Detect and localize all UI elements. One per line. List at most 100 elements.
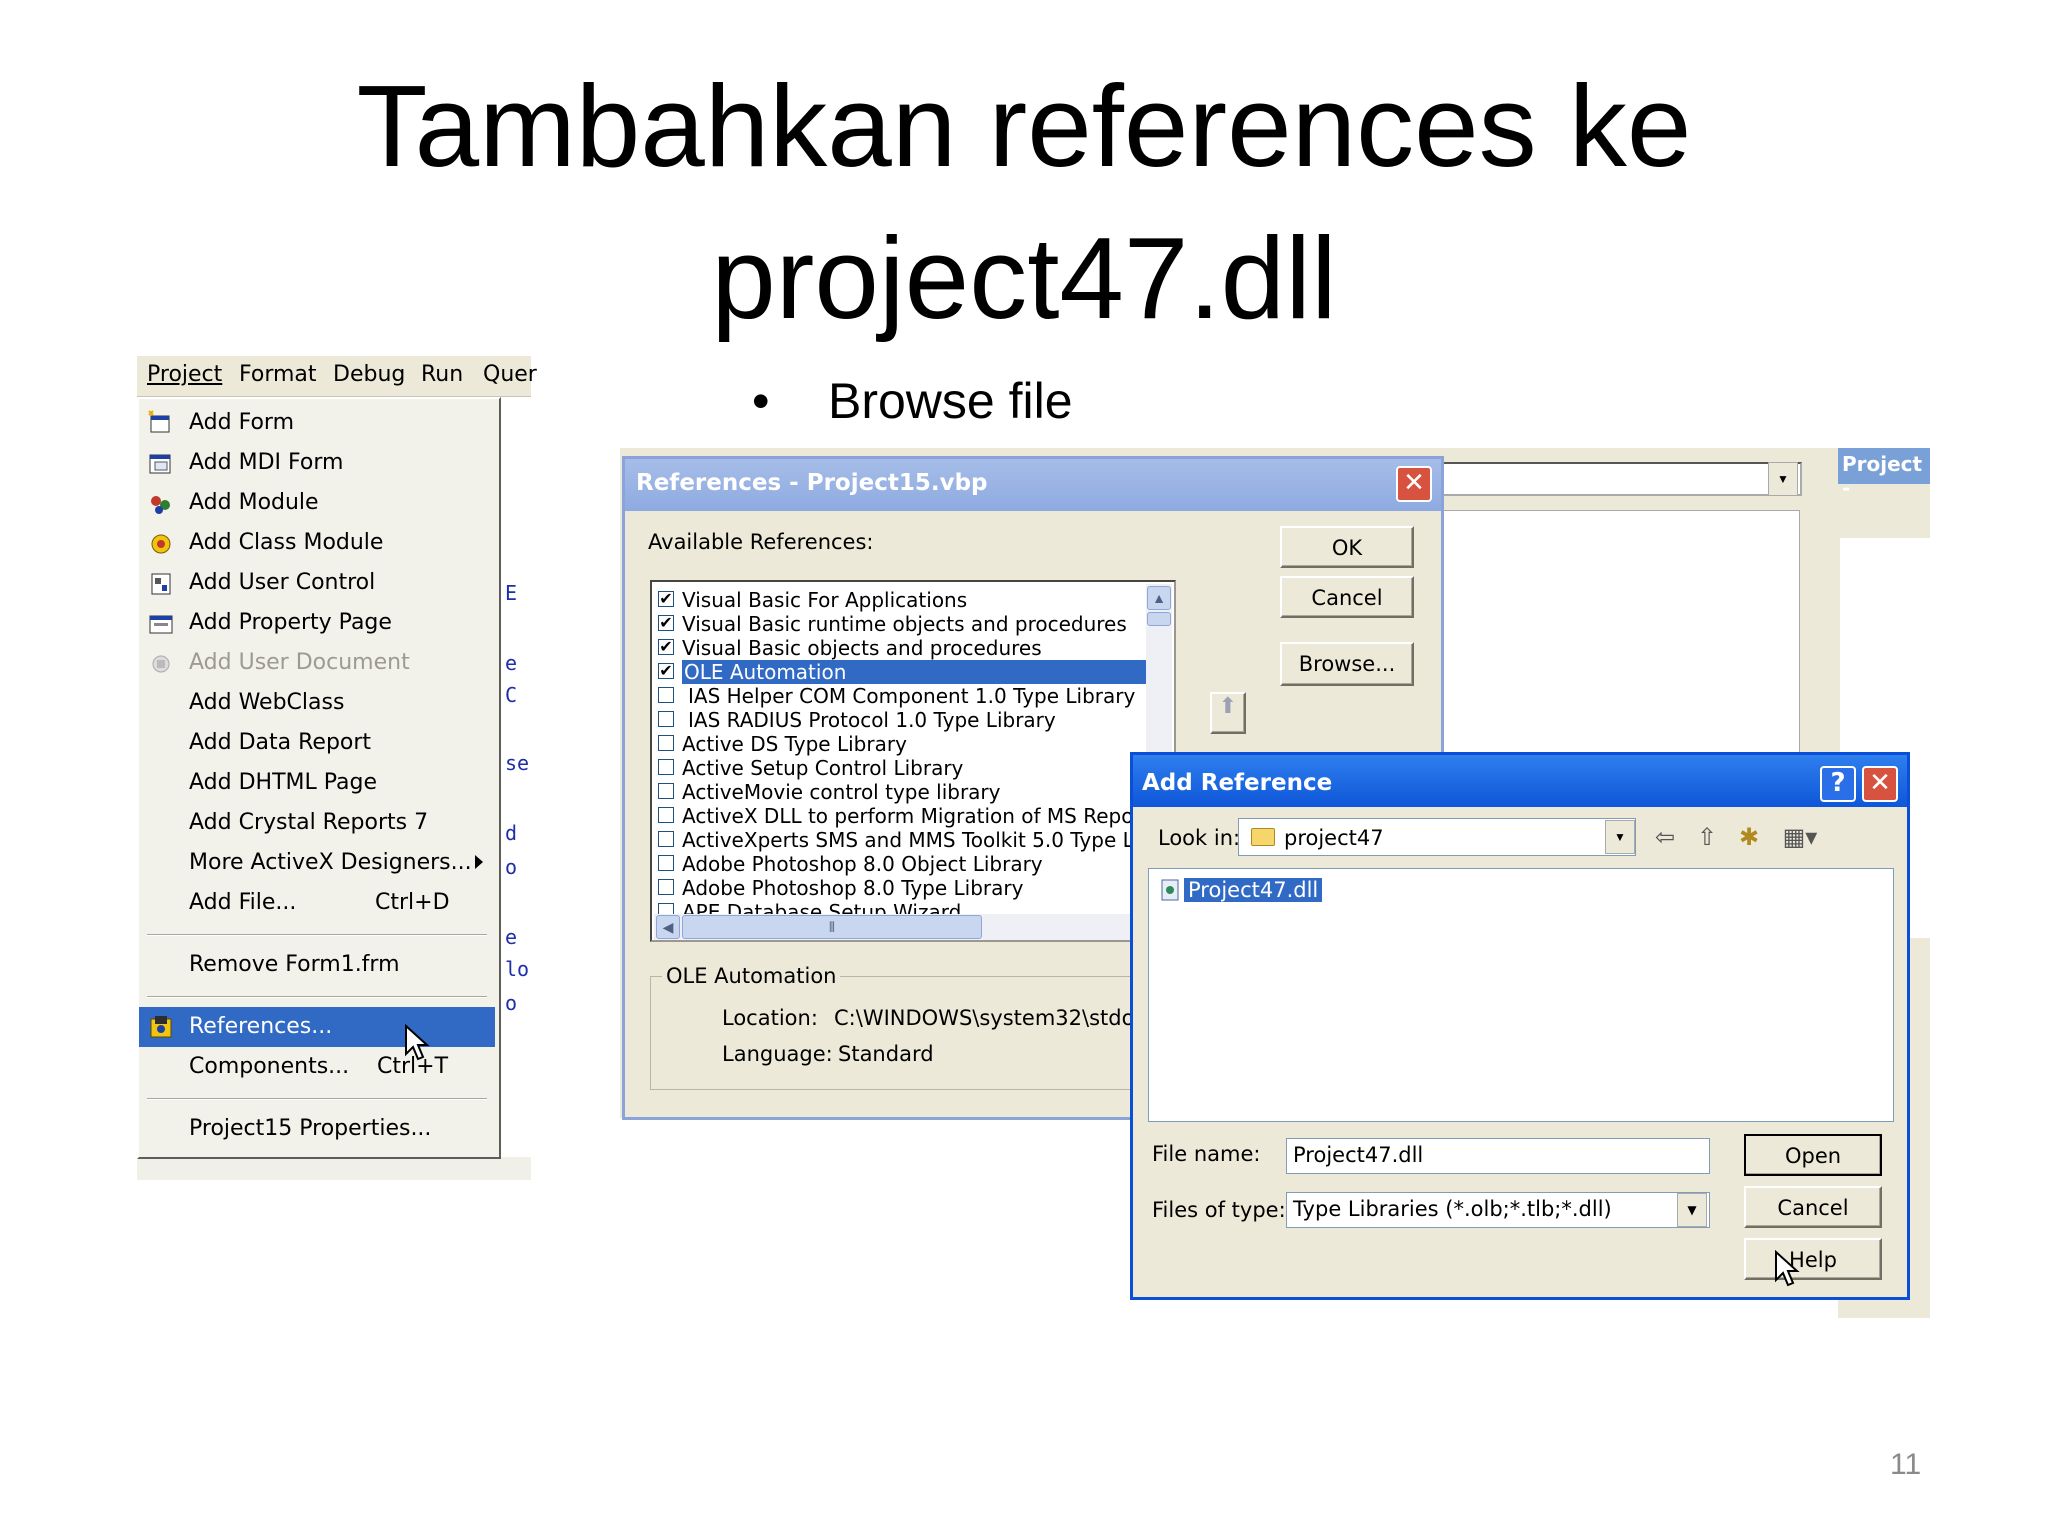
code-char: se <box>505 751 530 775</box>
checkbox-checked[interactable]: ✔ <box>658 615 674 631</box>
menu-item-add-dhtml-page[interactable]: Add DHTML Page <box>139 763 495 803</box>
menubar: Project Format Debug Run Quer <box>137 356 537 397</box>
files-of-type-value: Type Libraries (*.olb;*.tlb;*.dll) <box>1293 1197 1612 1221</box>
menu-item-add-user-control[interactable]: Add User Control <box>139 563 495 603</box>
slide-title: Tambahkan references ke project47.dll <box>0 50 2048 354</box>
checkbox[interactable] <box>658 855 674 871</box>
project-explorer-title: Project - <box>1838 448 1930 500</box>
references-horizontal-scrollbar[interactable]: ◀ ⦀ ▶ <box>654 914 1170 940</box>
menu-debug[interactable]: Debug <box>333 362 405 387</box>
checkbox[interactable] <box>658 711 674 727</box>
menu-project[interactable]: Project <box>147 362 222 387</box>
menu-run[interactable]: Run <box>421 362 463 387</box>
code-char: o <box>505 855 518 879</box>
menu-format[interactable]: Format <box>239 362 317 387</box>
chevron-down-icon[interactable]: ▼ <box>1677 1193 1707 1227</box>
code-char: lo <box>505 957 530 981</box>
language-label: Language: <box>722 1042 833 1066</box>
slide-title-line-2: project47.dll <box>711 213 1337 343</box>
menu-item-add-property-page[interactable]: Add Property Page <box>139 603 495 643</box>
checkbox[interactable] <box>658 807 674 823</box>
location-label: Location: <box>722 1006 818 1030</box>
open-button[interactable]: Open <box>1744 1134 1882 1176</box>
close-icon: ✕ <box>1403 468 1425 498</box>
menu-item-remove-form[interactable]: Remove Form1.frm <box>139 945 495 985</box>
reference-info-title: OLE Automation <box>662 964 841 988</box>
reference-item-selected[interactable]: ✔ OLE Automation <box>658 660 1146 684</box>
code-char: e <box>505 925 518 949</box>
titlebar-help-button[interactable]: ? <box>1820 766 1856 802</box>
browse-button[interactable]: Browse... <box>1280 642 1414 686</box>
checkbox[interactable] <box>658 687 674 703</box>
mouse-pointer-icon <box>405 1024 430 1061</box>
checkbox[interactable] <box>658 759 674 775</box>
code-char: o <box>505 991 518 1015</box>
add-mdi-form-icon <box>149 454 171 474</box>
new-folder-icon[interactable]: ✱ <box>1734 822 1764 852</box>
add-reference-close-button[interactable]: ✕ <box>1862 766 1898 802</box>
help-button[interactable]: Help <box>1744 1238 1882 1280</box>
references-close-button[interactable]: ✕ <box>1396 466 1432 502</box>
scroll-thumb[interactable]: ⦀ <box>682 915 982 939</box>
menu-item-components[interactable]: Components... Ctrl+T <box>139 1047 495 1087</box>
menu-item-add-crystal-reports[interactable]: Add Crystal Reports 7 <box>139 803 495 843</box>
file-name-input[interactable]: Project47.dll <box>1286 1138 1710 1174</box>
close-icon: ✕ <box>1869 768 1891 798</box>
menu-separator <box>147 1098 487 1100</box>
references-list[interactable]: ✔ Visual Basic For Applications ✔ Visual B… <box>650 580 1176 942</box>
files-of-type-label: Files of type: <box>1152 1198 1286 1222</box>
chevron-down-icon[interactable]: ▼ <box>1605 820 1635 854</box>
files-of-type-select[interactable]: Type Libraries (*.olb;*.tlb;*.dll) ▼ <box>1286 1192 1710 1228</box>
ok-button[interactable]: OK <box>1280 526 1414 568</box>
available-references-label: Available References: <box>648 530 874 554</box>
scroll-thumb[interactable] <box>1147 612 1171 626</box>
code-char: C <box>505 683 518 707</box>
cancel-button[interactable]: Cancel <box>1280 576 1414 618</box>
view-menu-icon[interactable]: ▦▾ <box>1778 822 1822 852</box>
checkbox[interactable] <box>658 735 674 751</box>
add-property-page-icon <box>149 615 173 634</box>
menu-item-add-module[interactable]: Add Module <box>139 483 495 523</box>
add-class-module-icon <box>151 534 171 554</box>
menu-item-more-activex-designers[interactable]: More ActiveX Designers... <box>139 843 495 883</box>
menu-item-add-mdi-form[interactable]: Add MDI Form <box>139 443 495 483</box>
add-form-icon <box>148 410 170 433</box>
add-reference-title: Add Reference <box>1142 770 1333 796</box>
ide-combo-dropdown-icon[interactable]: ▼ <box>1768 462 1798 496</box>
checkbox[interactable] <box>658 831 674 847</box>
project-menu: Add Form Add MDI Form Add Module Add Cla… <box>137 397 501 1159</box>
scroll-up-icon[interactable]: ▲ <box>1147 586 1171 610</box>
menu-item-add-file[interactable]: Add File... Ctrl+D <box>139 883 495 923</box>
reference-info-group <box>650 976 1150 1090</box>
shortcut-label: Ctrl+D <box>375 890 450 915</box>
checkbox-checked[interactable]: ✔ <box>658 639 674 655</box>
checkbox-checked[interactable]: ✔ <box>658 591 674 607</box>
scroll-left-icon[interactable]: ◀ <box>656 915 680 939</box>
checkbox[interactable] <box>658 783 674 799</box>
code-char: e <box>505 651 518 675</box>
file-list[interactable] <box>1148 868 1894 1122</box>
look-in-value: project47 <box>1284 826 1384 850</box>
code-window-strip: E e C se d o e lo o <box>501 397 531 1157</box>
ide-combo[interactable]: ▼ <box>1440 462 1802 496</box>
add-reference-cancel-button[interactable]: Cancel <box>1744 1186 1882 1228</box>
menu-item-add-data-report[interactable]: Add Data Report <box>139 723 495 763</box>
file-item-selected[interactable]: Project47.dll <box>1184 878 1323 902</box>
up-folder-icon[interactable]: ⇧ <box>1692 822 1722 852</box>
add-module-icon <box>151 496 170 514</box>
file-name-label: File name: <box>1152 1142 1261 1166</box>
priority-up-button[interactable]: ⬆ <box>1210 692 1246 734</box>
menu-item-add-form[interactable]: Add Form <box>139 403 495 443</box>
code-char: d <box>505 821 518 845</box>
back-icon[interactable]: ⇦ <box>1650 822 1680 852</box>
menu-item-project-properties[interactable]: Project15 Properties... <box>139 1109 495 1149</box>
look-in-label: Look in: <box>1158 826 1241 850</box>
menu-item-add-class-module[interactable]: Add Class Module <box>139 523 495 563</box>
menu-item-references[interactable]: References... <box>139 1007 495 1047</box>
references-icon <box>150 1016 172 1038</box>
menu-query[interactable]: Quer <box>483 362 537 387</box>
menu-item-add-webclass[interactable]: Add WebClass <box>139 683 495 723</box>
language-value: Standard <box>838 1042 934 1066</box>
checkbox[interactable] <box>658 879 674 895</box>
checkbox-checked[interactable]: ✔ <box>658 663 674 679</box>
